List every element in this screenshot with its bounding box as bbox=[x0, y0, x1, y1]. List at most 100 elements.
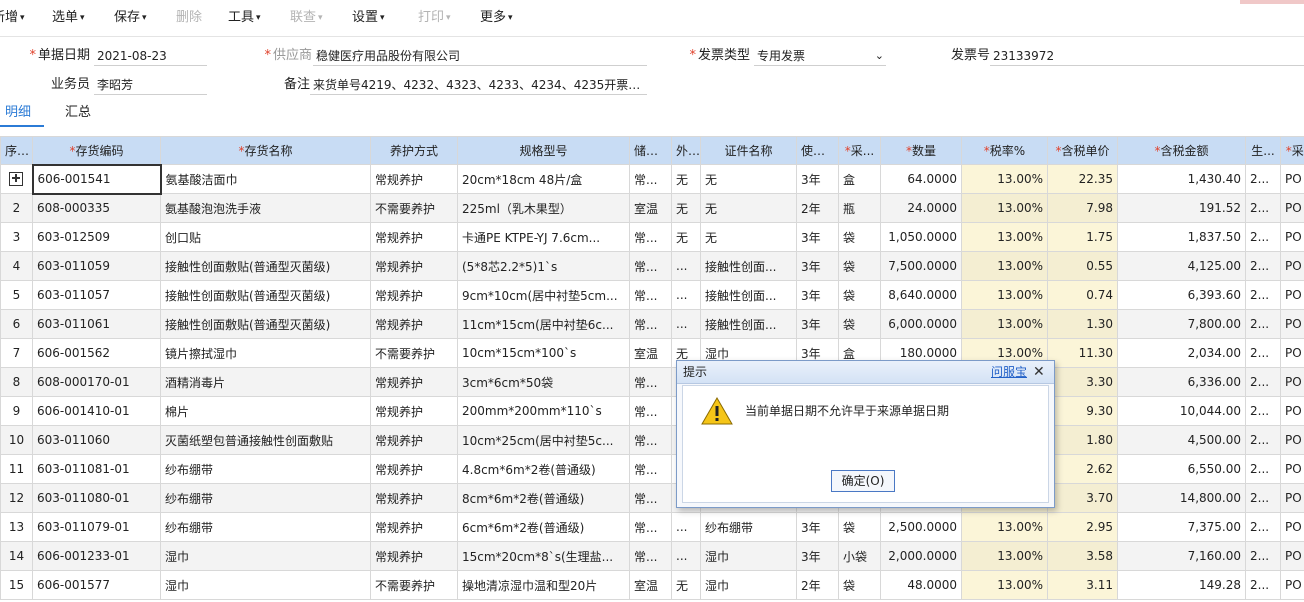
table-cell[interactable]: 瓶 bbox=[838, 193, 881, 223]
table-cell[interactable]: 纱布绷带 bbox=[160, 454, 371, 484]
table-cell[interactable]: 3cm*6cm*50袋 bbox=[457, 367, 630, 397]
table-cell[interactable]: 2,000.0000 bbox=[880, 541, 962, 571]
table-cell[interactable]: 2... bbox=[1245, 164, 1281, 194]
table-cell[interactable]: 1,837.50 bbox=[1117, 222, 1246, 252]
table-cell[interactable]: 4.8cm*6m*2卷(普通级) bbox=[457, 454, 630, 484]
table-cell[interactable]: 6,393.60 bbox=[1117, 280, 1246, 310]
table-cell[interactable]: 2年 bbox=[796, 193, 839, 223]
table-cell[interactable]: 常... bbox=[629, 541, 672, 571]
table-cell[interactable]: PO bbox=[1280, 570, 1304, 600]
table-cell[interactable]: 14,800.00 bbox=[1117, 483, 1246, 513]
column-header[interactable]: *存货编码 bbox=[32, 136, 161, 165]
table-cell[interactable]: 3年 bbox=[796, 222, 839, 252]
table-cell[interactable]: 常规养护 bbox=[370, 483, 458, 513]
table-row[interactable]: 606-001541 氨基酸洁面巾 常规养护 20cm*18cm 48片/盒 常... 无… bbox=[0, 163, 1304, 195]
table-cell[interactable]: 2... bbox=[1245, 512, 1281, 542]
table-cell[interactable]: 2... bbox=[1245, 541, 1281, 571]
table-cell[interactable]: PO bbox=[1280, 541, 1304, 571]
table-cell[interactable]: 2,034.00 bbox=[1117, 338, 1246, 368]
column-header[interactable]: *税率% bbox=[961, 136, 1048, 165]
dialog-help-link[interactable]: 问服宝 bbox=[991, 361, 1027, 383]
table-cell[interactable]: 10cm*25cm(居中衬垫5c... bbox=[457, 425, 630, 455]
table-cell[interactable]: 6,000.0000 bbox=[880, 309, 962, 339]
table-cell[interactable]: 149.28 bbox=[1117, 570, 1246, 600]
table-cell[interactable]: 0.74 bbox=[1047, 280, 1118, 310]
table-cell[interactable]: ... bbox=[671, 512, 701, 542]
table-cell[interactable]: PO bbox=[1280, 338, 1304, 368]
table-row[interactable]: 9 606-001410-01 棉片 常规养护 200mm*200mm*110`s 常..… bbox=[0, 396, 1304, 426]
table-cell[interactable]: 603-011061 bbox=[32, 309, 161, 339]
table-cell[interactable]: 常... bbox=[629, 280, 672, 310]
table-cell[interactable]: 3 bbox=[0, 222, 33, 252]
remark-field[interactable]: 来货单号4219、4232、4323、4233、4234、4235开票日... bbox=[310, 75, 647, 95]
table-cell[interactable]: 常... bbox=[629, 512, 672, 542]
table-cell[interactable]: 2... bbox=[1245, 222, 1281, 252]
date-field[interactable]: 2021-08-23 bbox=[94, 46, 207, 66]
table-cell[interactable]: PO bbox=[1280, 396, 1304, 426]
table-cell[interactable]: 常规养护 bbox=[370, 512, 458, 542]
column-header[interactable]: 序号 bbox=[0, 136, 33, 165]
table-cell[interactable]: 200mm*200mm*110`s bbox=[457, 396, 630, 426]
table-cell[interactable]: 常规养护 bbox=[370, 309, 458, 339]
table-cell[interactable]: PO bbox=[1280, 483, 1304, 513]
column-header[interactable]: *含税单价 bbox=[1047, 136, 1118, 165]
table-cell[interactable]: 常规养护 bbox=[370, 280, 458, 310]
dialog-title-bar[interactable]: 提示 问服宝 ✕ bbox=[677, 361, 1054, 384]
table-cell[interactable]: 6cm*6m*2卷(普通级) bbox=[457, 512, 630, 542]
table-cell[interactable]: 8,640.0000 bbox=[880, 280, 962, 310]
table-row[interactable]: 4 603-011059 接触性创面敷贴(普通型灭菌级) 常规养护 (5*8芯2.2*5… bbox=[0, 251, 1304, 281]
table-cell[interactable]: 常... bbox=[629, 454, 672, 484]
table-cell[interactable]: 8cm*6m*2卷(普通级) bbox=[457, 483, 630, 513]
table-cell[interactable]: 常规养护 bbox=[370, 425, 458, 455]
table-cell[interactable]: 常... bbox=[629, 367, 672, 397]
table-cell[interactable]: 氨基酸泡泡洗手液 bbox=[160, 193, 371, 223]
table-cell[interactable]: 常... bbox=[629, 425, 672, 455]
table-cell[interactable]: 1.30 bbox=[1047, 309, 1118, 339]
table-cell[interactable]: 2... bbox=[1245, 570, 1281, 600]
table-row[interactable]: 13 603-011079-01 纱布绷带 常规养护 6cm*6m*2卷(普通级) 常..… bbox=[0, 512, 1304, 542]
table-cell[interactable]: 13.00% bbox=[961, 512, 1048, 542]
table-cell[interactable]: 6 bbox=[0, 309, 33, 339]
table-cell[interactable]: 卡通PE KTPE-YJ 7.6cm... bbox=[457, 222, 630, 252]
table-cell[interactable]: 袋 bbox=[838, 570, 881, 600]
table-cell[interactable]: 10,044.00 bbox=[1117, 396, 1246, 426]
column-header[interactable]: 养护方式 bbox=[370, 136, 458, 165]
table-cell[interactable]: 湿巾 bbox=[160, 541, 371, 571]
table-cell[interactable]: 603-011059 bbox=[32, 251, 161, 281]
table-cell[interactable]: 常规养护 bbox=[370, 396, 458, 426]
table-cell[interactable]: 5 bbox=[0, 280, 33, 310]
toolbar-item-2[interactable]: 保存 ▾ bbox=[114, 9, 147, 27]
column-header[interactable]: 使用... bbox=[796, 136, 839, 165]
table-cell[interactable]: 603-011081-01 bbox=[32, 454, 161, 484]
column-header[interactable]: 证件名称 bbox=[700, 136, 797, 165]
table-cell[interactable]: 不需要养护 bbox=[370, 570, 458, 600]
table-cell[interactable]: 2.95 bbox=[1047, 512, 1118, 542]
table-cell[interactable]: (5*8芯2.2*5)1`s bbox=[457, 251, 630, 281]
table-cell[interactable]: 22.35 bbox=[1047, 164, 1118, 194]
table-cell[interactable]: 盒 bbox=[838, 164, 881, 194]
table-cell[interactable]: 纱布绷带 bbox=[160, 483, 371, 513]
table-cell[interactable]: 3.58 bbox=[1047, 541, 1118, 571]
table-cell[interactable]: 2... bbox=[1245, 280, 1281, 310]
table-cell[interactable]: 常... bbox=[629, 251, 672, 281]
table-cell[interactable]: 袋 bbox=[838, 309, 881, 339]
table-cell[interactable]: 2,500.0000 bbox=[880, 512, 962, 542]
table-cell[interactable]: 2年 bbox=[796, 570, 839, 600]
table-cell[interactable]: 603-011079-01 bbox=[32, 512, 161, 542]
table-cell[interactable]: 3年 bbox=[796, 309, 839, 339]
table-row[interactable]: 8608-000170-01酒精消毒片常规养护3cm*6cm*50袋常.....… bbox=[0, 367, 1304, 397]
table-cell[interactable]: 13.00% bbox=[961, 251, 1048, 281]
table-cell[interactable]: 棉片 bbox=[160, 396, 371, 426]
table-cell[interactable]: 7.98 bbox=[1047, 193, 1118, 223]
table-cell[interactable]: 2... bbox=[1245, 251, 1281, 281]
column-header[interactable]: 生... bbox=[1245, 136, 1281, 165]
table-cell[interactable]: 13.00% bbox=[961, 570, 1048, 600]
table-cell[interactable]: 无 bbox=[671, 193, 701, 223]
table-cell[interactable]: 603-011080-01 bbox=[32, 483, 161, 513]
table-cell[interactable]: ... bbox=[671, 309, 701, 339]
table-cell[interactable]: 1.75 bbox=[1047, 222, 1118, 252]
table-cell[interactable]: 606-001541 bbox=[31, 163, 162, 195]
table-cell[interactable]: PO bbox=[1280, 164, 1304, 194]
table-cell[interactable]: 10cm*15cm*100`s bbox=[457, 338, 630, 368]
table-cell[interactable]: PO bbox=[1280, 367, 1304, 397]
